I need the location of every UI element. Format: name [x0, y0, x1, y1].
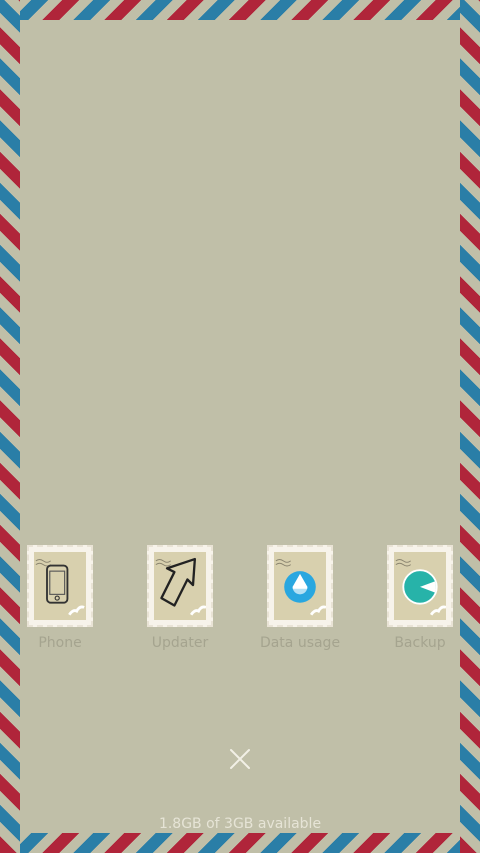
stamp-frame	[147, 545, 213, 627]
app-row: Phone Updater Data usage Backup	[0, 545, 480, 651]
app-label: Updater	[151, 635, 209, 651]
app-data-usage[interactable]: Data usage	[259, 545, 341, 651]
stamp-frame	[27, 545, 93, 627]
app-label: Backup	[394, 635, 446, 651]
close-icon	[230, 749, 250, 769]
app-label: Phone	[38, 635, 82, 651]
app-phone[interactable]: Phone	[22, 545, 98, 651]
data-usage-drop-icon	[275, 559, 326, 616]
airmail-border-bottom	[0, 833, 480, 853]
phone-icon	[35, 559, 85, 616]
airmail-border-left	[0, 0, 20, 853]
airmail-border-top	[0, 0, 480, 20]
app-label: Data usage	[259, 635, 341, 651]
app-backup[interactable]: Backup	[382, 545, 458, 651]
airmail-border-right	[460, 0, 480, 853]
backup-icon	[395, 559, 446, 616]
wallpaper	[20, 20, 460, 833]
stamp-frame	[387, 545, 453, 627]
updater-arrow-icon	[155, 557, 206, 616]
stamp-frame	[267, 545, 333, 627]
close-button[interactable]	[228, 747, 252, 771]
app-updater[interactable]: Updater	[142, 545, 218, 651]
storage-status: 1.8GB of 3GB available	[158, 816, 322, 832]
